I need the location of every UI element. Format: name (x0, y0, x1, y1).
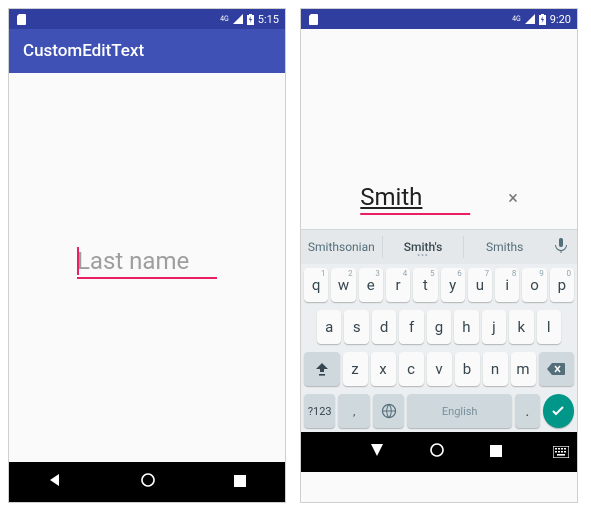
key-r[interactable]: r4 (386, 268, 410, 302)
key-x[interactable]: x (371, 352, 396, 386)
key-o[interactable]: o9 (522, 268, 546, 302)
key-a[interactable]: a (317, 310, 341, 344)
mic-icon[interactable] (545, 238, 577, 257)
edittext-wrapper (77, 245, 217, 279)
signal-icon (233, 14, 243, 24)
navigation-bar (9, 462, 285, 502)
status-bar: 4G 5:15 (9, 9, 285, 29)
key-s[interactable]: s (344, 310, 368, 344)
backspace-key[interactable] (539, 352, 575, 386)
app-title: CustomEditText (23, 41, 144, 61)
key-w[interactable]: w2 (331, 268, 355, 302)
key-row-3: zxcvbnm (301, 348, 577, 390)
lastname-input[interactable] (360, 181, 470, 215)
key-u[interactable]: u7 (468, 268, 492, 302)
recent-button[interactable] (489, 443, 503, 462)
signal-icon (525, 14, 535, 24)
back-button[interactable] (369, 442, 385, 462)
space-key[interactable]: English (407, 394, 512, 428)
key-p[interactable]: p0 (550, 268, 574, 302)
app-bar: CustomEditText (9, 29, 285, 73)
period-key[interactable]: . (515, 394, 539, 428)
sd-card-icon (309, 14, 318, 25)
suggestion-1[interactable]: Smithsonian (301, 236, 383, 258)
globe-key[interactable] (373, 394, 404, 428)
key-h[interactable]: h (454, 310, 478, 344)
key-g[interactable]: g (427, 310, 451, 344)
key-k[interactable]: k (509, 310, 533, 344)
key-l[interactable]: l (537, 310, 561, 344)
status-bar: 4G 9:20 (301, 9, 577, 29)
key-i[interactable]: i8 (495, 268, 519, 302)
key-row-1: q1w2e3r4t5y6u7i8o9p0 (301, 264, 577, 306)
back-button[interactable] (47, 472, 63, 492)
key-v[interactable]: v (427, 352, 452, 386)
enter-key[interactable] (543, 394, 574, 428)
content-area: × (301, 29, 577, 229)
key-n[interactable]: n (483, 352, 508, 386)
sd-card-icon (17, 14, 26, 25)
phone-left: 4G 5:15 CustomEditText (8, 8, 286, 503)
edittext-wrapper: × (360, 181, 518, 215)
battery-icon (247, 14, 254, 25)
text-cursor (77, 247, 79, 275)
home-button[interactable] (429, 442, 445, 462)
recent-button[interactable] (233, 473, 247, 492)
shift-key[interactable] (304, 352, 340, 386)
ime-switch-icon[interactable] (553, 443, 569, 462)
symbols-key[interactable]: ?123 (304, 394, 335, 428)
battery-icon (539, 14, 546, 25)
key-z[interactable]: z (343, 352, 368, 386)
key-row-2: asdfghjkl (301, 306, 577, 348)
status-time: 9:20 (550, 13, 571, 26)
key-y[interactable]: y6 (441, 268, 465, 302)
key-q[interactable]: q1 (304, 268, 328, 302)
keyboard: Smithsonian Smith's••• Smiths q1w2e3r4t5… (301, 229, 577, 432)
suggestion-2[interactable]: Smith's••• (383, 236, 465, 258)
navigation-bar (301, 432, 577, 472)
key-row-4: ?123 , English . (301, 390, 577, 432)
home-button[interactable] (140, 472, 156, 492)
suggestion-3[interactable]: Smiths (464, 236, 545, 258)
key-m[interactable]: m (511, 352, 536, 386)
network-label: 4G (220, 15, 229, 23)
key-j[interactable]: j (482, 310, 506, 344)
key-d[interactable]: d (372, 310, 396, 344)
suggestion-row: Smithsonian Smith's••• Smiths (301, 230, 577, 264)
status-time: 5:15 (258, 13, 279, 26)
key-f[interactable]: f (399, 310, 423, 344)
key-e[interactable]: e3 (359, 268, 383, 302)
lastname-input[interactable] (77, 245, 217, 279)
key-c[interactable]: c (399, 352, 424, 386)
network-label: 4G (512, 15, 521, 23)
key-t[interactable]: t5 (413, 268, 437, 302)
clear-button[interactable]: × (508, 188, 518, 209)
comma-key[interactable]: , (338, 394, 369, 428)
content-area (9, 73, 285, 462)
phone-right: 4G 9:20 × Smithsonian Smith's••• Smiths … (300, 8, 578, 503)
key-b[interactable]: b (455, 352, 480, 386)
